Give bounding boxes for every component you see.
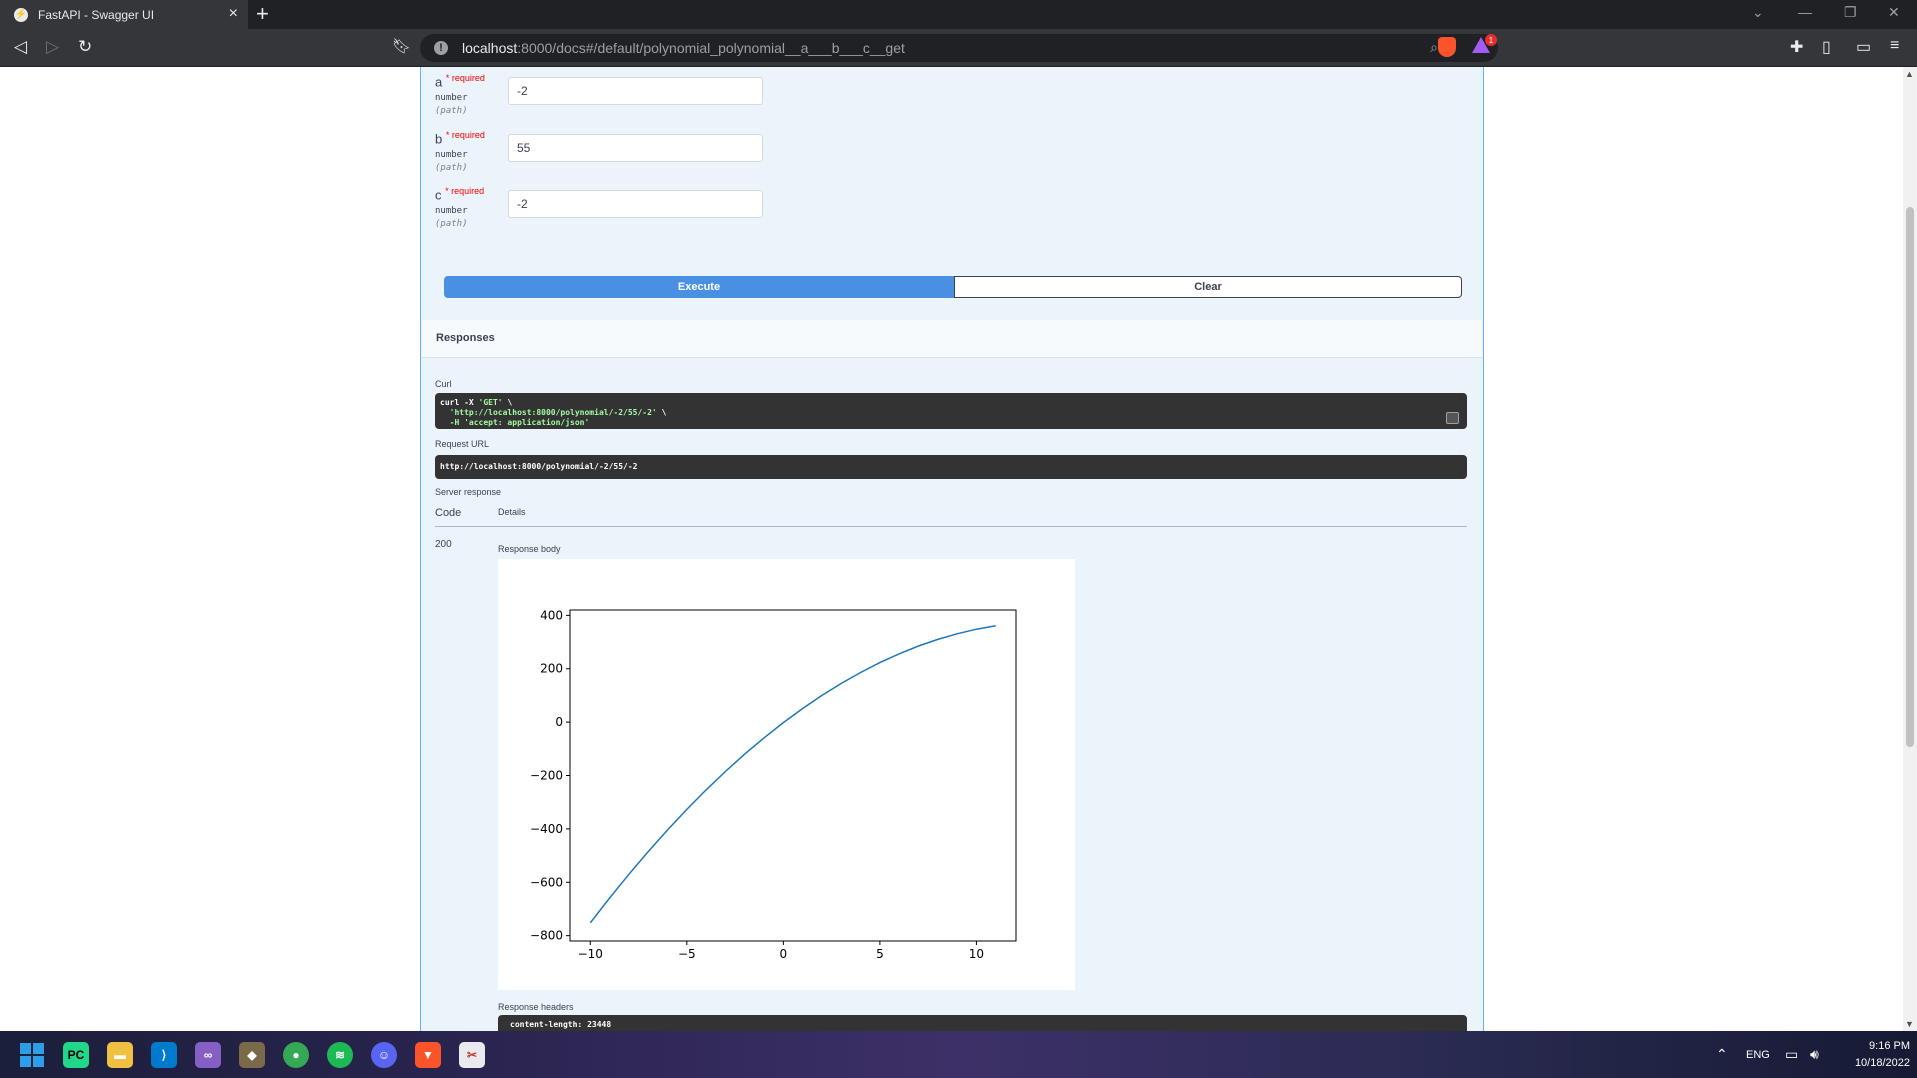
- tab-search-icon[interactable]: ⌄: [1752, 4, 1764, 21]
- param-location: (path): [435, 163, 468, 174]
- response-status-code: 200: [435, 539, 452, 550]
- x-tick-label: −5: [678, 947, 696, 961]
- network-icon[interactable]: ▭: [1785, 1046, 1798, 1063]
- forward-icon[interactable]: ▷: [46, 37, 59, 57]
- language-indicator[interactable]: ENG: [1746, 1049, 1770, 1061]
- tab-fastapi[interactable]: ⚡ FastAPI - Swagger UI ×: [0, 0, 248, 29]
- plot-area-frame: [569, 609, 1017, 942]
- x-tick-label: 5: [876, 947, 884, 961]
- rewards-badge: 1: [1485, 34, 1497, 46]
- browser-toolbar: ◁ ▷ ↻ 🔖︎ ! localhost:8000/docs#/default/…: [0, 29, 1917, 67]
- response-body-plot-image: −10 −5 0 5 10 400 200 0 −200 −400 −600 −800: [498, 559, 1075, 990]
- clock-time[interactable]: 9:16 PM: [1858, 1040, 1910, 1052]
- page-scrollbar[interactable]: ▲ ▼: [1903, 67, 1917, 1031]
- x-tick-label: 10: [969, 947, 984, 961]
- brave-shields-icon[interactable]: [1438, 37, 1456, 57]
- param-c-input[interactable]: -2: [508, 190, 763, 218]
- restore-button[interactable]: ❐: [1844, 4, 1857, 21]
- wallet-icon[interactable]: ▭: [1856, 37, 1871, 57]
- copy-icon[interactable]: [1446, 412, 1459, 424]
- file-explorer-icon[interactable]: ▬: [107, 1042, 133, 1068]
- y-tick-label: −200: [530, 769, 563, 783]
- server-response-label: Server response: [435, 487, 502, 497]
- url-path: :8000/docs#/default/polynomial_polynomia…: [517, 40, 905, 56]
- response-headers-box[interactable]: content-length: 23448: [498, 1015, 1467, 1031]
- fastapi-favicon-icon: ⚡: [14, 7, 28, 22]
- site-info-icon[interactable]: !: [434, 41, 448, 55]
- spotify-icon[interactable]: ≋: [327, 1042, 353, 1068]
- response-headers-label: Response headers: [498, 1002, 574, 1012]
- brave-browser-icon[interactable]: ▼: [415, 1042, 441, 1068]
- param-name: c * required: [435, 186, 485, 203]
- windows-taskbar: PC ▬ ⟩ ∞ ◆ ● ≋ ☺ ▼ ✂ ⌃ ENG ▭ 🔊︎ 9:16 PM …: [0, 1031, 1917, 1078]
- tab-strip: ⚡ FastAPI - Swagger UI × + ⌄ — ❐ ✕: [0, 0, 1917, 29]
- extensions-icon[interactable]: ✚: [1790, 37, 1803, 57]
- vscode-icon[interactable]: ⟩: [151, 1042, 177, 1068]
- scroll-up-icon[interactable]: ▲: [1905, 69, 1914, 79]
- discord-icon[interactable]: ☺: [371, 1042, 397, 1068]
- bookmark-icon[interactable]: 🔖︎: [392, 37, 411, 55]
- operation-block-get: a * required number (path) -2 b * requir…: [420, 67, 1484, 1031]
- line-chart: −10 −5 0 5 10 400 200 0 −200 −400 −600 −800: [530, 608, 1017, 961]
- curl-label: Curl: [435, 379, 452, 389]
- request-url-box[interactable]: http://localhost:8000/polynomial/-2/55/-…: [435, 455, 1467, 479]
- param-c: c * required number (path): [435, 186, 484, 229]
- y-tick-label: 0: [555, 715, 563, 729]
- param-a: a * required number (path): [435, 73, 485, 116]
- param-name: a * required: [435, 73, 485, 90]
- volume-icon[interactable]: 🔊︎: [1810, 1046, 1819, 1063]
- curl-code-block[interactable]: curl -X 'GET' \ 'http://localhost:8000/p…: [435, 393, 1467, 429]
- param-type: number: [435, 150, 468, 161]
- chrome-icon[interactable]: ●: [283, 1042, 309, 1068]
- clock-date[interactable]: 10/18/2022: [1842, 1057, 1910, 1069]
- visual-studio-icon[interactable]: ∞: [195, 1042, 221, 1068]
- param-a-input[interactable]: -2: [508, 77, 763, 105]
- responses-table-header: Code Details: [435, 507, 1467, 527]
- page-viewport: a * required number (path) -2 b * requir…: [0, 67, 1903, 1031]
- column-code: Code: [435, 507, 462, 519]
- tab-title: FastAPI - Swagger UI: [38, 7, 155, 22]
- git-tool-icon[interactable]: ◆: [239, 1042, 265, 1068]
- tab-close-icon[interactable]: ×: [229, 6, 238, 22]
- pycharm-icon[interactable]: PC: [63, 1042, 89, 1068]
- param-b: b * required number (path): [435, 130, 485, 173]
- close-window-button[interactable]: ✕: [1888, 4, 1900, 21]
- zoom-icon[interactable]: ⌕: [1430, 39, 1438, 56]
- execute-button-group: Execute Clear: [444, 276, 1462, 298]
- address-bar[interactable]: ! localhost:8000/docs#/default/polynomia…: [420, 34, 1498, 62]
- execute-button[interactable]: Execute: [444, 276, 954, 298]
- back-icon[interactable]: ◁: [14, 37, 27, 57]
- minimize-button[interactable]: —: [1798, 4, 1812, 20]
- x-tick-label: 0: [780, 947, 788, 961]
- tray-overflow-icon[interactable]: ⌃: [1716, 1046, 1728, 1063]
- clear-button[interactable]: Clear: [954, 276, 1462, 298]
- param-location: (path): [435, 219, 468, 230]
- y-tick-label: 400: [540, 608, 563, 622]
- param-name: b * required: [435, 130, 485, 147]
- response-body-label: Response body: [498, 544, 561, 554]
- x-tick-label: −10: [578, 947, 603, 961]
- windows-start-icon[interactable]: [20, 1043, 44, 1067]
- column-details: Details: [498, 507, 526, 517]
- reload-icon[interactable]: ↻: [78, 37, 92, 57]
- url-host: localhost: [462, 40, 518, 56]
- y-tick-label: 200: [540, 662, 563, 676]
- y-tick-label: −400: [530, 822, 563, 836]
- sidebar-icon[interactable]: ▯: [1822, 37, 1831, 57]
- param-location: (path): [435, 106, 468, 117]
- request-url-label: Request URL: [435, 439, 490, 449]
- scrollbar-thumb[interactable]: [1906, 207, 1914, 747]
- scroll-down-icon[interactable]: ▼: [1905, 1019, 1914, 1029]
- menu-icon[interactable]: ≡: [1890, 37, 1899, 55]
- new-tab-button[interactable]: +: [256, 3, 269, 25]
- snipping-tool-icon[interactable]: ✂: [459, 1042, 485, 1068]
- param-type: number: [435, 93, 468, 104]
- param-type: number: [435, 206, 468, 217]
- responses-header: Responses: [422, 320, 1482, 358]
- y-tick-label: −600: [530, 875, 563, 889]
- param-b-input[interactable]: 55: [508, 134, 763, 162]
- y-tick-label: −800: [530, 929, 563, 943]
